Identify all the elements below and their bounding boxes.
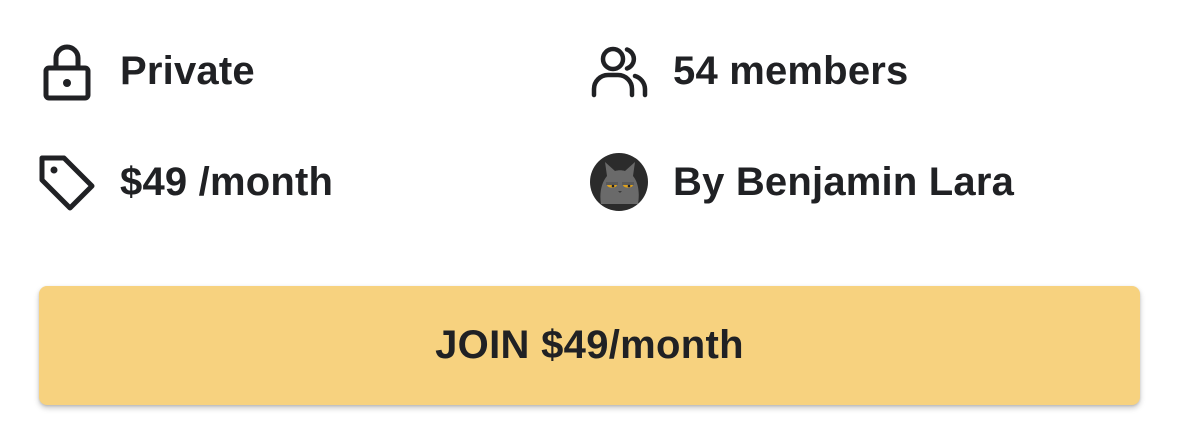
privacy-info: Private [36,41,255,101]
price-info: $49 /month [36,152,333,212]
privacy-label: Private [120,48,255,93]
members-label: 54 members [673,48,909,93]
lock-icon [36,41,96,101]
cat-avatar[interactable] [589,152,649,212]
owner-label: By Benjamin Lara [673,159,1015,204]
join-button-label: JOIN $49/month [435,323,744,367]
members-info: 54 members [589,41,908,101]
users-icon [589,41,649,101]
join-button[interactable]: JOIN $49/month [39,286,1140,405]
owner-info: By Benjamin Lara [589,152,1014,212]
tag-icon [36,152,96,212]
price-label: $49 /month [120,159,334,204]
